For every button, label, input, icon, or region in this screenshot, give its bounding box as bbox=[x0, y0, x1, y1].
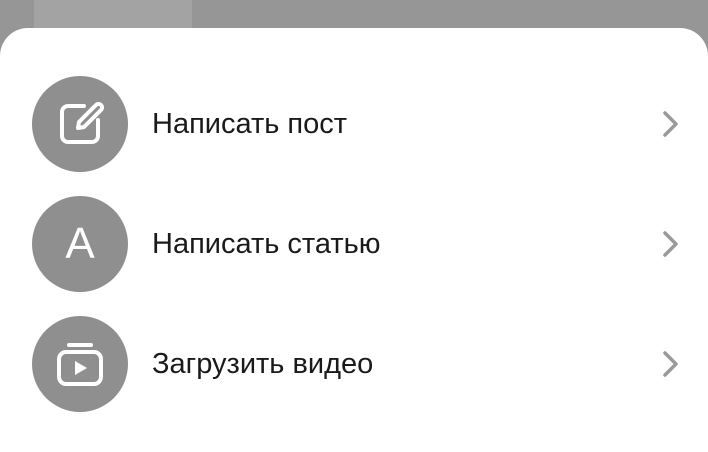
article-icon: A bbox=[32, 196, 128, 292]
article-icon-letter: A bbox=[65, 219, 95, 268]
edit-icon bbox=[32, 76, 128, 172]
menu-item-label: Загрузить видео bbox=[152, 348, 374, 380]
menu-item-write-article[interactable]: A Написать статью bbox=[0, 184, 708, 304]
bottom-sheet: Написать пост A Написать статью Загрузит… bbox=[0, 28, 708, 452]
video-upload-icon bbox=[32, 316, 128, 412]
menu-item-label: Написать статью bbox=[152, 228, 381, 260]
chevron-right-icon bbox=[663, 231, 678, 257]
menu-item-label: Написать пост bbox=[152, 108, 348, 140]
chevron-right-icon bbox=[663, 351, 678, 377]
chevron-right-icon bbox=[663, 111, 678, 137]
menu-item-upload-video[interactable]: Загрузить видео bbox=[0, 304, 708, 424]
menu-item-write-post[interactable]: Написать пост bbox=[0, 64, 708, 184]
